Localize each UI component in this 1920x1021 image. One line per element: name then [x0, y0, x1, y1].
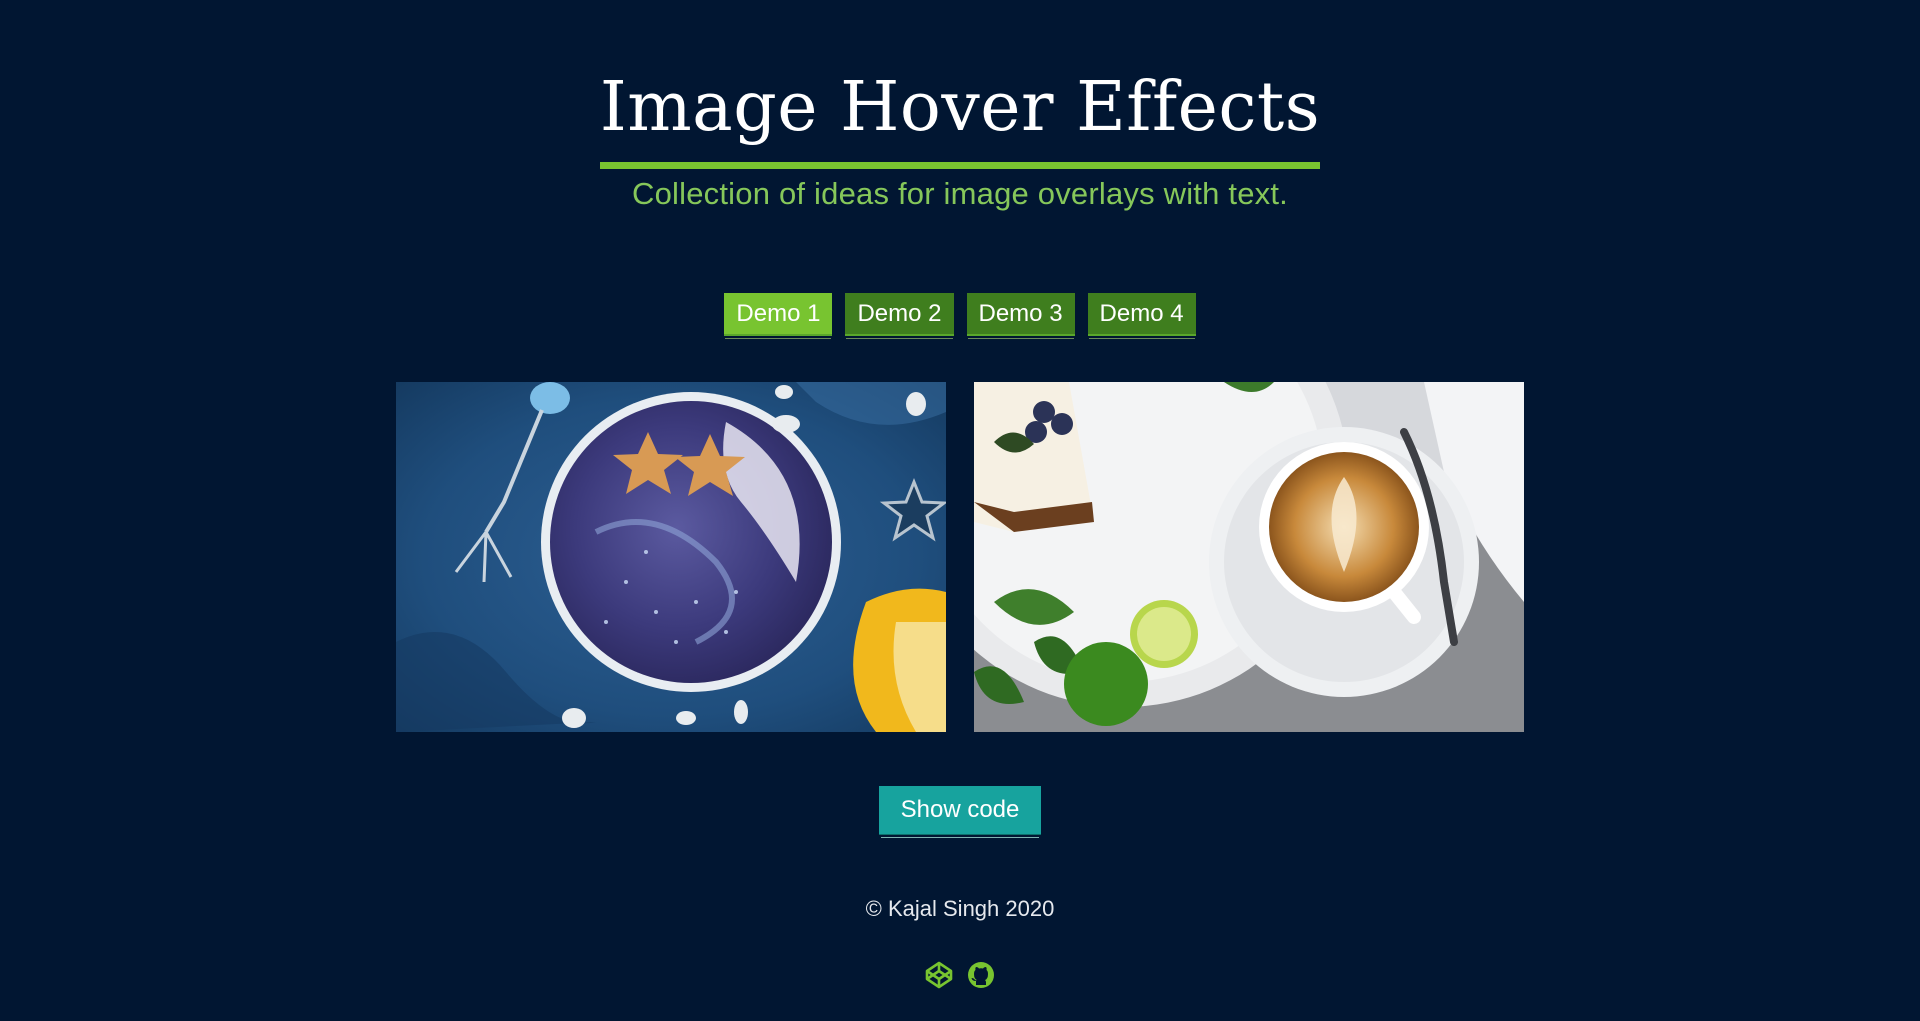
- tab-demo-3[interactable]: Demo 3: [966, 293, 1075, 336]
- smoothie-bowl-image: [396, 382, 946, 732]
- tab-demo-2[interactable]: Demo 2: [845, 293, 954, 336]
- page: Image Hover Effects Collection of ideas …: [0, 0, 1920, 1021]
- github-icon[interactable]: [966, 960, 996, 990]
- demo-tabs: Demo 1 Demo 2 Demo 3 Demo 4: [0, 293, 1920, 336]
- tab-demo-1[interactable]: Demo 1: [724, 293, 833, 336]
- title-underline: [599, 162, 1321, 169]
- show-code-button[interactable]: Show code: [879, 786, 1041, 835]
- image-card-smoothie-bowl[interactable]: [396, 382, 946, 732]
- tab-demo-4[interactable]: Demo 4: [1087, 293, 1196, 336]
- title-wrap: Image Hover Effects: [599, 60, 1321, 169]
- page-title: Image Hover Effects: [599, 68, 1321, 147]
- copyright-text: © Kajal Singh 2020: [865, 896, 1055, 921]
- coffee-cake-image: [974, 382, 1524, 732]
- header: Image Hover Effects: [0, 60, 1920, 169]
- social-links: [0, 960, 1920, 990]
- image-gallery: [396, 382, 1524, 732]
- image-card-coffee[interactable]: [974, 382, 1524, 732]
- page-subtitle: Collection of ideas for image overlays w…: [632, 176, 1288, 211]
- codepen-icon[interactable]: [924, 960, 954, 990]
